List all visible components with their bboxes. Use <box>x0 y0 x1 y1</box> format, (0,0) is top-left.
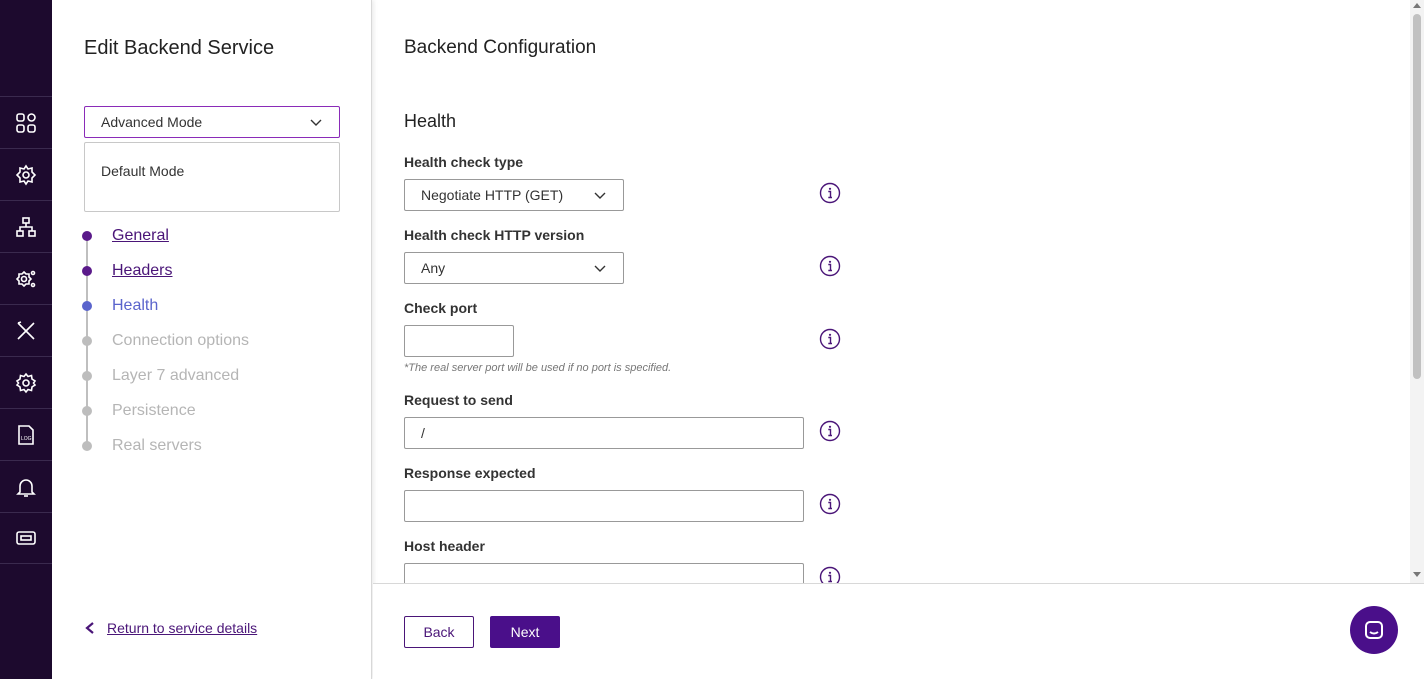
info-icon[interactable] <box>819 493 841 515</box>
request-to-send-label: Request to send <box>404 392 513 408</box>
response-expected-input[interactable] <box>404 490 804 522</box>
step-label: Persistence <box>112 402 196 419</box>
request-to-send-input[interactable]: / <box>404 417 804 449</box>
scroll-up-arrow[interactable] <box>1413 3 1421 8</box>
mode-select[interactable]: Advanced Mode <box>84 106 340 138</box>
check-port-label: Check port <box>404 300 478 316</box>
scroll-thumb[interactable] <box>1413 14 1421 379</box>
step-dot <box>82 231 92 241</box>
http-version-label: Health check HTTP version <box>404 227 585 243</box>
step-label: Layer 7 advanced <box>112 367 240 384</box>
chevron-down-icon <box>594 192 606 199</box>
rail-item-logs[interactable]: LOG <box>0 408 52 460</box>
network-icon <box>16 216 36 237</box>
panel-title: Edit Backend Service <box>84 37 275 59</box>
step-layer7-advanced: Layer 7 advanced <box>82 366 239 386</box>
dashboard-icon <box>16 112 36 133</box>
chevron-left-icon <box>85 622 94 634</box>
cluster-gear-icon <box>15 164 37 185</box>
chevron-down-icon <box>594 265 606 272</box>
host-header-label: Host header <box>404 538 485 554</box>
step-label: Real servers <box>112 437 202 454</box>
page-title: Backend Configuration <box>404 37 597 58</box>
log-file-icon: LOG <box>18 424 34 445</box>
step-general[interactable]: General <box>82 226 169 246</box>
step-persistence: Persistence <box>82 401 196 421</box>
rail-item-tickets[interactable] <box>0 512 52 564</box>
svg-text:LOG: LOG <box>21 436 32 442</box>
step-dot <box>82 441 92 451</box>
ticket-icon <box>16 531 36 545</box>
tools-icon <box>17 320 35 340</box>
rail-item-cluster[interactable] <box>0 148 52 200</box>
info-icon[interactable] <box>819 182 841 204</box>
rail-item-tools[interactable] <box>0 304 52 356</box>
host-header-input[interactable] <box>404 563 804 583</box>
section-title: Health <box>404 111 457 131</box>
step-dot <box>82 266 92 276</box>
rail-item-services[interactable] <box>0 252 52 304</box>
info-icon[interactable] <box>819 328 841 350</box>
back-button[interactable]: Back <box>404 616 474 648</box>
info-icon[interactable] <box>819 566 841 583</box>
next-button[interactable]: Next <box>490 616 560 648</box>
chat-button[interactable] <box>1350 606 1398 654</box>
step-dot <box>82 301 92 311</box>
check-port-hint: *The real server port will be used if no… <box>404 362 672 374</box>
main-content: Backend Configuration Health Health chec… <box>373 0 1410 583</box>
mode-dropdown: Default Mode <box>84 142 340 212</box>
scroll-down-arrow[interactable] <box>1413 572 1421 577</box>
step-connection-options: Connection options <box>82 331 249 351</box>
health-check-type-value: Negotiate HTTP (GET) <box>421 187 564 203</box>
chevron-down-icon <box>310 119 322 126</box>
bell-icon <box>16 478 36 497</box>
step-label: Headers <box>112 262 173 279</box>
http-version-select[interactable]: Any <box>404 252 624 284</box>
settings-icon <box>15 372 37 393</box>
step-dot <box>82 336 92 346</box>
step-dot <box>82 406 92 416</box>
step-health: Health <box>82 296 158 316</box>
step-dot <box>82 371 92 381</box>
chat-icon <box>1365 621 1383 639</box>
main-scrollbar[interactable] <box>1410 0 1424 583</box>
return-to-service-link[interactable]: Return to service details <box>84 620 257 636</box>
step-headers[interactable]: Headers <box>82 261 172 281</box>
step-label: Connection options <box>112 332 249 349</box>
step-label: General <box>112 227 169 244</box>
icon-rail: LOG <box>0 0 52 679</box>
info-icon[interactable] <box>819 420 841 442</box>
health-check-type-select[interactable]: Negotiate HTTP (GET) <box>404 179 624 211</box>
health-check-type-label: Health check type <box>404 154 524 170</box>
wizard-footer: Back Next <box>373 583 1424 679</box>
check-port-input[interactable] <box>404 325 514 357</box>
mode-select-value: Advanced Mode <box>101 114 203 130</box>
mode-option-default[interactable]: Default Mode <box>85 143 339 199</box>
step-label: Health <box>112 297 159 314</box>
http-version-value: Any <box>421 260 446 276</box>
return-link-label: Return to service details <box>107 620 258 636</box>
rail-item-settings[interactable] <box>0 356 52 408</box>
rail-item-network[interactable] <box>0 200 52 252</box>
info-icon[interactable] <box>819 255 841 277</box>
rail-item-dashboard[interactable] <box>0 96 52 148</box>
rail-item-notifications[interactable] <box>0 460 52 512</box>
services-gear-icon <box>15 270 36 287</box>
wizard-panel: Edit Backend Service Advanced Mode Defau… <box>52 0 372 679</box>
step-real-servers: Real servers <box>82 436 202 456</box>
response-expected-label: Response expected <box>404 465 536 481</box>
